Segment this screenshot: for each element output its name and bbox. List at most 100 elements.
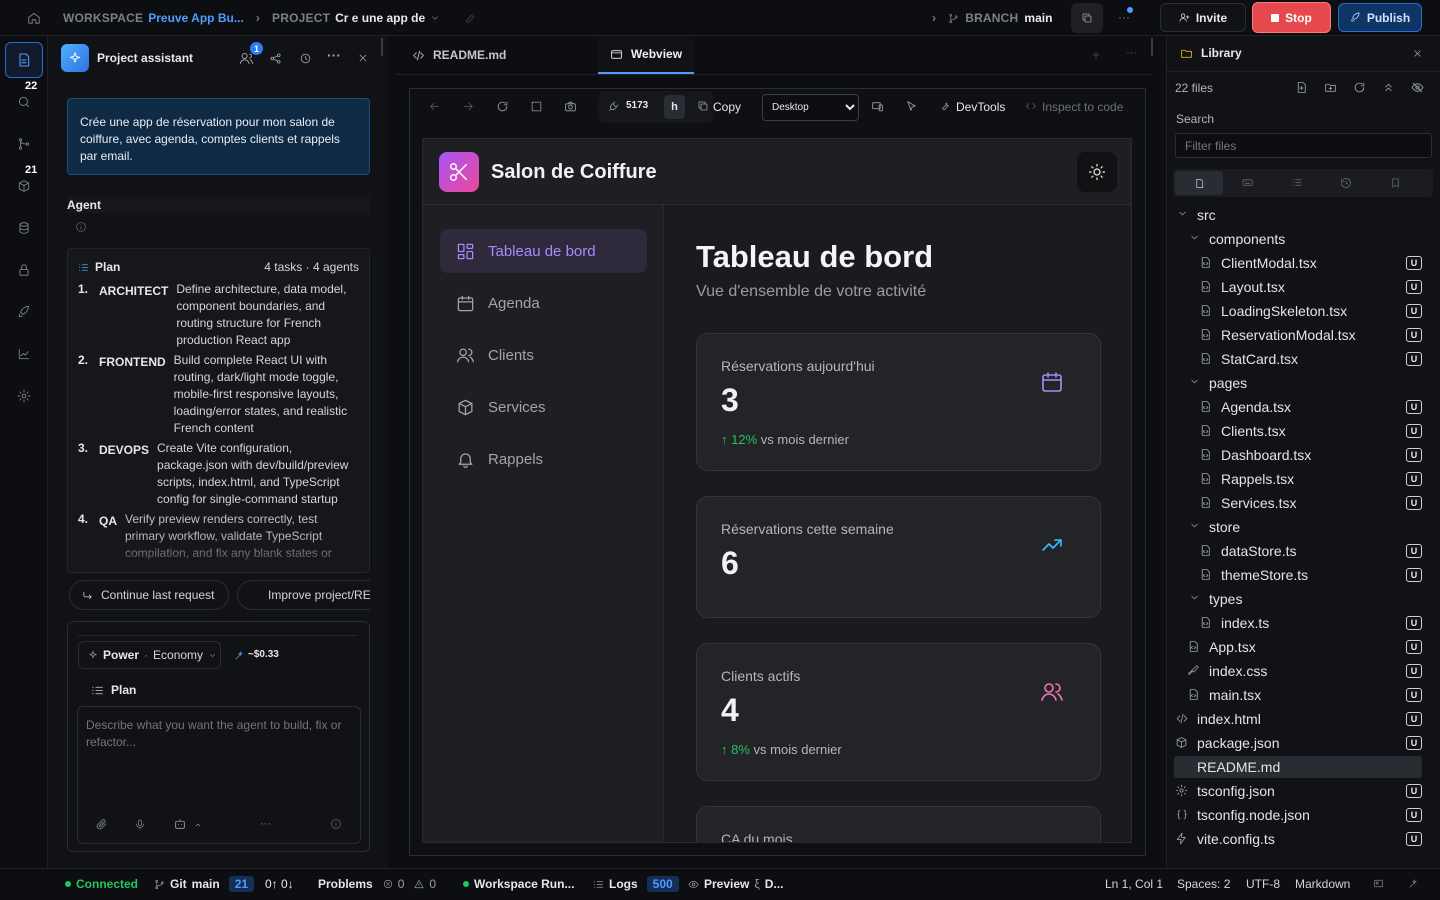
sync-status[interactable]: 0↑ 0↓	[265, 877, 294, 891]
rail-analytics[interactable]	[5, 336, 43, 372]
nav-item-dashboard[interactable]: Tableau de bord	[440, 229, 647, 273]
tree-folder[interactable]: pages	[1174, 372, 1422, 394]
hide-icon[interactable]	[1411, 81, 1424, 94]
new-folder-icon[interactable]	[1324, 81, 1337, 94]
encoding[interactable]: UTF-8	[1246, 877, 1280, 891]
tree-file[interactable]: themeStore.ts	[1174, 564, 1422, 586]
rail-secrets[interactable]	[5, 252, 43, 288]
responsive-icon[interactable]	[871, 100, 884, 113]
tree-file[interactable]: LoadingSkeleton.tsx	[1174, 300, 1422, 322]
rail-database[interactable]	[5, 210, 43, 246]
cursor-position[interactable]: Ln 1, Col 1	[1105, 877, 1163, 891]
refresh-icon[interactable]	[1353, 81, 1366, 94]
rail-git[interactable]	[5, 126, 43, 162]
git-status[interactable]: Git main 21	[154, 876, 255, 892]
nav-item-services[interactable]: Services	[440, 385, 647, 429]
close-icon[interactable]	[1412, 48, 1423, 59]
theme-toggle[interactable]	[1077, 152, 1117, 192]
rail-settings[interactable]	[5, 378, 43, 414]
mode-select[interactable]: Power · Economy	[78, 641, 221, 669]
tree-file[interactable]: App.tsx	[1174, 636, 1422, 658]
nav-item-rappels[interactable]: Rappels	[440, 437, 647, 481]
pointer-icon[interactable]	[905, 100, 918, 113]
stop-button[interactable]: Stop	[1252, 2, 1331, 33]
tab-files[interactable]	[1175, 171, 1223, 195]
arrow-left-icon[interactable]	[428, 100, 441, 113]
new-file-icon[interactable]	[1295, 81, 1308, 94]
more-icon[interactable]: ···	[1126, 47, 1137, 59]
info-icon[interactable]	[330, 818, 342, 830]
continue-chip[interactable]: Continue last request	[69, 580, 229, 610]
problems-status[interactable]: Problems 0 0	[318, 877, 436, 891]
tree-file[interactable]: README.md	[1174, 756, 1422, 778]
publish-button[interactable]: Publish	[1338, 3, 1422, 32]
tree-file[interactable]: tsconfig.node.json	[1174, 804, 1422, 826]
more-icon[interactable]: ···	[327, 47, 341, 63]
edit-icon[interactable]	[465, 13, 476, 24]
tree-folder[interactable]: store	[1174, 516, 1422, 538]
tree-file[interactable]: Services.tsx	[1174, 492, 1422, 514]
tab-webview[interactable]: Webview	[598, 36, 694, 74]
tree-file[interactable]: index.html	[1174, 708, 1422, 730]
nav-item-agenda[interactable]: Agenda	[440, 281, 647, 325]
tree-file[interactable]: index.css	[1174, 660, 1422, 682]
share-icon[interactable]	[269, 52, 282, 65]
nav-item-clients[interactable]: Clients	[440, 333, 647, 377]
branch-name[interactable]: main	[1024, 11, 1052, 25]
tree-file[interactable]: package.json	[1174, 732, 1422, 754]
tree-file[interactable]: main.tsx	[1174, 684, 1422, 706]
chevron-up-icon[interactable]	[194, 821, 202, 829]
tab-terminal[interactable]	[1241, 177, 1254, 188]
rail-files[interactable]	[5, 42, 43, 78]
tab-bookmarks[interactable]	[1390, 177, 1401, 189]
close-icon[interactable]	[357, 52, 369, 64]
rail-search[interactable]	[5, 84, 43, 120]
panel-divider[interactable]	[381, 38, 383, 56]
project-name[interactable]: Cr e une app de	[335, 11, 425, 25]
plan-mode-label[interactable]: Plan	[111, 683, 136, 697]
tree-file[interactable]: index.ts	[1174, 612, 1422, 634]
history-icon[interactable]	[299, 52, 312, 65]
tree-folder[interactable]: src	[1174, 204, 1422, 226]
device-select[interactable]: Desktop Tablet Mobile	[762, 94, 859, 121]
tree-file[interactable]: Agenda.tsx	[1174, 396, 1422, 418]
inspect-button[interactable]: Inspect to code	[1042, 100, 1123, 114]
arrow-right-icon[interactable]	[462, 100, 475, 113]
improve-chip[interactable]: Improve project/RE	[237, 580, 382, 610]
invite-button[interactable]: Invite	[1160, 3, 1246, 32]
tree-file[interactable]: ReservationModal.tsx	[1174, 324, 1422, 346]
tree-file[interactable]: Dashboard.tsx	[1174, 444, 1422, 466]
panel-divider[interactable]	[388, 36, 396, 868]
plus-icon[interactable]	[1090, 49, 1102, 61]
tree-file[interactable]: Clients.tsx	[1174, 420, 1422, 442]
tree-file[interactable]: tsconfig.json	[1174, 780, 1422, 802]
copy-label[interactable]: Copy	[713, 100, 741, 114]
home-icon[interactable]	[27, 11, 41, 25]
tab-readme[interactable]: README.md	[412, 36, 506, 74]
port-label[interactable]: 5173	[626, 100, 648, 111]
tree-folder[interactable]: types	[1174, 588, 1422, 610]
info-icon[interactable]	[75, 221, 87, 233]
rail-deploy[interactable]	[5, 294, 43, 330]
model-icon[interactable]	[173, 818, 187, 831]
logs-status[interactable]: Logs 500	[593, 876, 679, 892]
tree-file[interactable]: Rappels.tsx	[1174, 468, 1422, 490]
copy-icon[interactable]	[1071, 3, 1103, 33]
preview-status[interactable]: Preview ξ D...	[688, 877, 783, 891]
tree-file[interactable]: ClientModal.tsx	[1174, 252, 1422, 274]
workspace-status[interactable]: Workspace Run...	[463, 877, 574, 891]
h-button[interactable]: h	[664, 95, 685, 119]
refresh-icon[interactable]	[496, 100, 509, 113]
chevron-down-icon[interactable]	[430, 13, 440, 23]
copy-icon[interactable]	[697, 100, 709, 112]
tree-file[interactable]: dataStore.ts	[1174, 540, 1422, 562]
attach-icon[interactable]	[95, 818, 108, 831]
connection-status[interactable]: Connected	[65, 877, 138, 891]
workspace-name[interactable]: Preuve App Bu...	[148, 11, 244, 25]
tab-outline[interactable]	[1291, 177, 1303, 188]
panel-divider[interactable]	[1151, 38, 1153, 56]
layout-icon[interactable]	[1373, 878, 1384, 889]
panel-divider[interactable]	[1152, 36, 1166, 868]
feedback-icon[interactable]	[1408, 878, 1419, 889]
tree-file[interactable]: vite.config.ts	[1174, 828, 1422, 850]
